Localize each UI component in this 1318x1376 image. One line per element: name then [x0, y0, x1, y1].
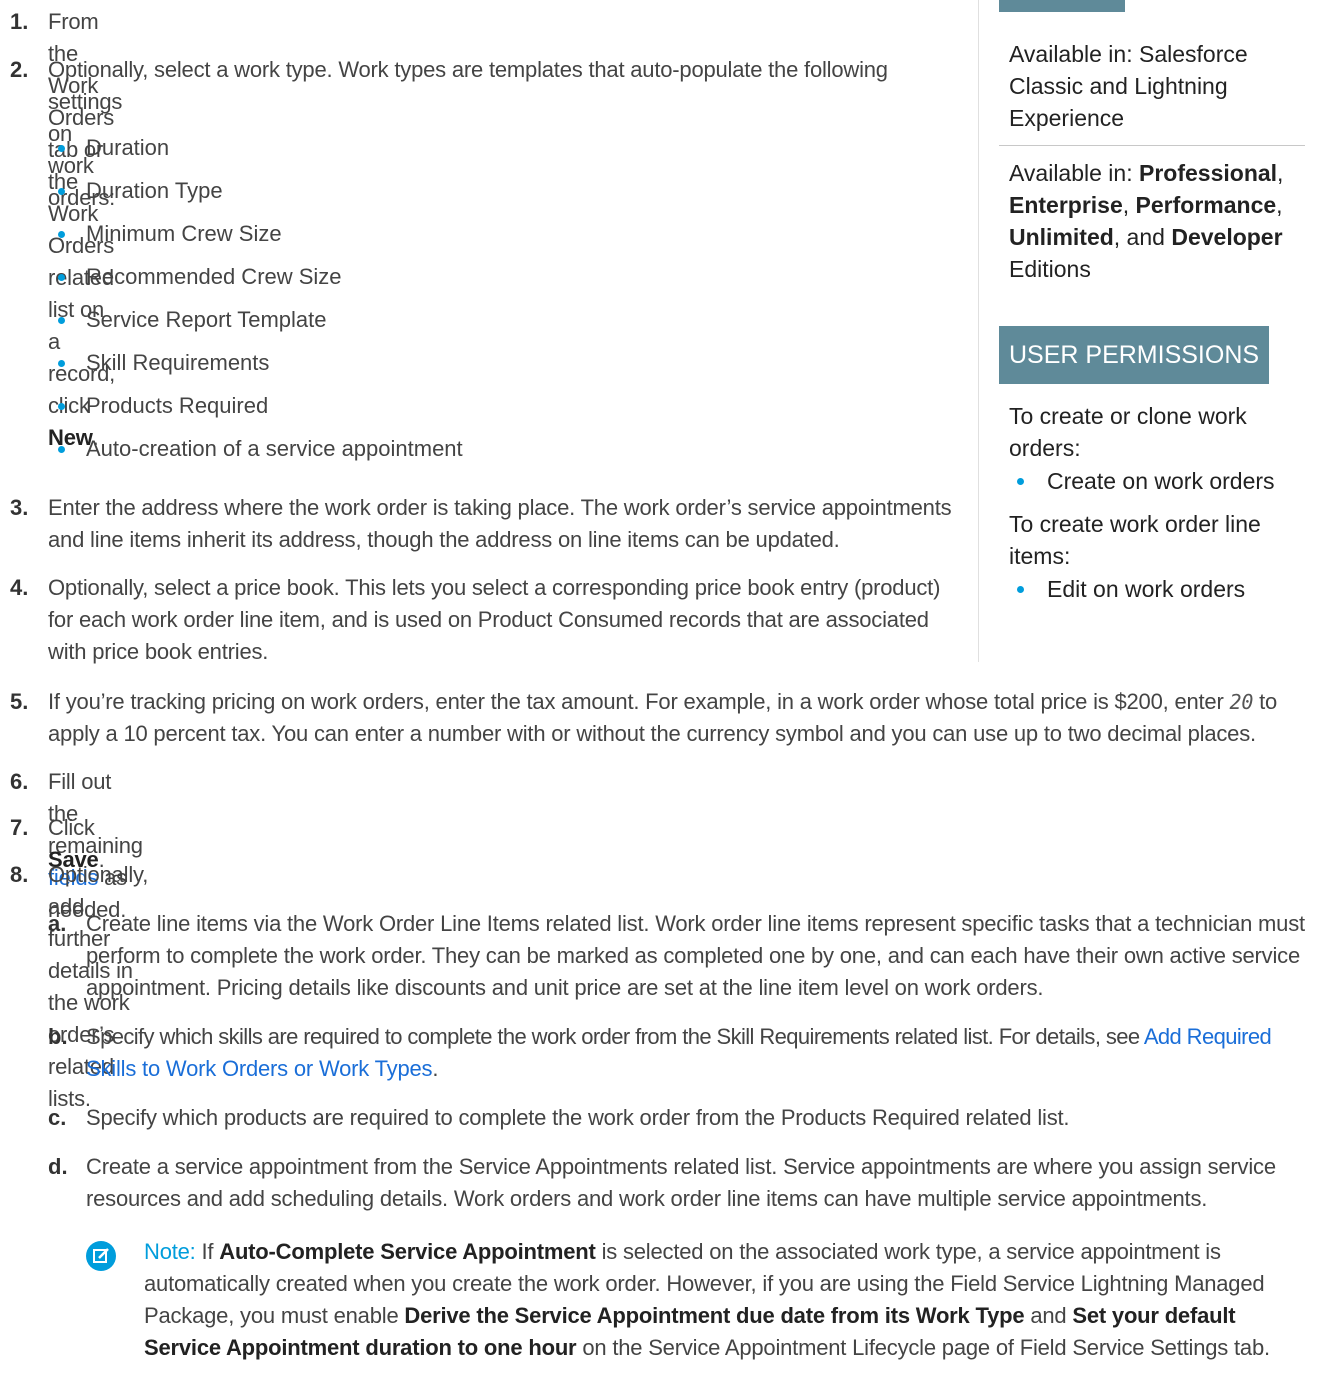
step-text: Enter the address where the work order i…: [48, 495, 952, 520]
note-bold: Set your default: [1072, 1303, 1236, 1328]
note-line: Package, you must enable: [144, 1303, 405, 1328]
availability-text: Available in: Salesforce: [1009, 41, 1248, 67]
edition-name: Enterprise: [1009, 192, 1123, 218]
permission-text: orders:: [1009, 435, 1081, 461]
list-item: Minimum Crew Size: [58, 218, 282, 250]
list-item: Service Report Template: [58, 304, 327, 336]
step-text: Specify which products are required to c…: [86, 1105, 1070, 1130]
punct: .: [432, 1056, 439, 1081]
note-line: If: [195, 1239, 220, 1264]
list-item: Products Required: [57, 390, 268, 422]
note-line: automatically created when you create th…: [144, 1271, 1265, 1296]
step-text: Create line items via the Work Order Lin…: [86, 911, 1305, 936]
permission-item: Create on work orders: [1017, 465, 1275, 497]
note-line: and: [1024, 1303, 1073, 1328]
note-bold: Service Appointment duration to one hour: [144, 1335, 577, 1360]
step-text: and line items inherit its address, thou…: [48, 527, 840, 552]
step-text: with price book entries.: [48, 639, 269, 664]
availability-text: Experience: [1009, 105, 1125, 131]
step-text: perform to complete the work order. They…: [86, 943, 1300, 968]
step-text: for each work order line item, and is us…: [48, 607, 929, 632]
edition-name: Developer: [1171, 224, 1283, 250]
substep-letter: d.: [48, 1154, 68, 1179]
step-text: resources and add scheduling details. Wo…: [86, 1186, 1208, 1211]
permission-text: items:: [1009, 543, 1071, 569]
step-text: apply a 10 percent tax. You can enter a …: [48, 721, 1256, 746]
availability-text: Editions: [1009, 256, 1091, 282]
list-item: Duration Type: [58, 175, 223, 207]
step-number: 4.: [10, 575, 29, 600]
note-line: is selected on the associated work type,…: [595, 1239, 1221, 1264]
sidebar: Available in: Salesforce Classic and Lig…: [978, 0, 1309, 662]
divider: [999, 145, 1305, 146]
step-number: 6.: [10, 769, 29, 794]
availability-text: , and: [1113, 224, 1172, 250]
step-number: 3.: [10, 495, 29, 520]
list-item: Skill Requirements: [57, 347, 269, 379]
edition-name: Unlimited: [1009, 224, 1114, 250]
availability-text: Classic and Lightning: [1009, 73, 1228, 99]
step-number: 1.: [10, 9, 29, 34]
availability-text: Available in:: [1009, 160, 1139, 186]
permission-text: To create work order line: [1009, 511, 1261, 537]
note-text: Note: If Auto-Complete Service Appointme…: [144, 1236, 1318, 1364]
step-number: 2.: [10, 57, 29, 82]
list-item: Duration: [57, 132, 169, 164]
substep-letter: a.: [48, 911, 67, 936]
editions-header-tab: [999, 0, 1125, 12]
note-edit-icon: [86, 1241, 116, 1271]
step-text: If you’re tracking pricing on work order…: [48, 689, 1230, 714]
substep-letter: c.: [48, 1105, 67, 1130]
substep-letter: b.: [48, 1024, 68, 1049]
step-text: Click: [48, 815, 95, 840]
code-value: 20: [1229, 690, 1254, 714]
user-permissions-heading: USER PERMISSIONS: [999, 326, 1270, 384]
add-required-skills-link-cont[interactable]: Skills to Work Orders or Work Types: [86, 1056, 433, 1081]
step-number: 8.: [10, 862, 29, 887]
edition-name: Professional: [1139, 160, 1278, 186]
note-label: Note:: [144, 1239, 196, 1264]
step-text: Optionally, select a work type. Work typ…: [48, 57, 888, 82]
step-text: Specify which skills are required to com…: [86, 1024, 1144, 1049]
list-item: Recommended Crew Size: [58, 261, 342, 293]
step-text: appointment. Pricing details like discou…: [86, 975, 1044, 1000]
step-text: Optionally, select a price book. This le…: [48, 575, 941, 600]
step-text: Create a service appointment from the Se…: [86, 1154, 1276, 1179]
step-text: to: [1253, 689, 1278, 714]
add-required-skills-link[interactable]: Add Required: [1144, 1024, 1272, 1049]
note-bold: Auto-Complete Service Appointment: [219, 1239, 596, 1264]
note-line: on the Service Appointment Lifecycle pag…: [576, 1335, 1270, 1360]
permission-text: To create or clone work: [1009, 403, 1247, 429]
note-bold: Derive the Service Appointment due date …: [404, 1303, 1025, 1328]
step-number: 5.: [10, 689, 29, 714]
edition-name: Performance: [1135, 192, 1277, 218]
permission-item: Edit on work orders: [1016, 573, 1245, 605]
list-item: Auto-creation of a service appointment: [58, 433, 463, 465]
step-number: 7.: [10, 815, 29, 840]
